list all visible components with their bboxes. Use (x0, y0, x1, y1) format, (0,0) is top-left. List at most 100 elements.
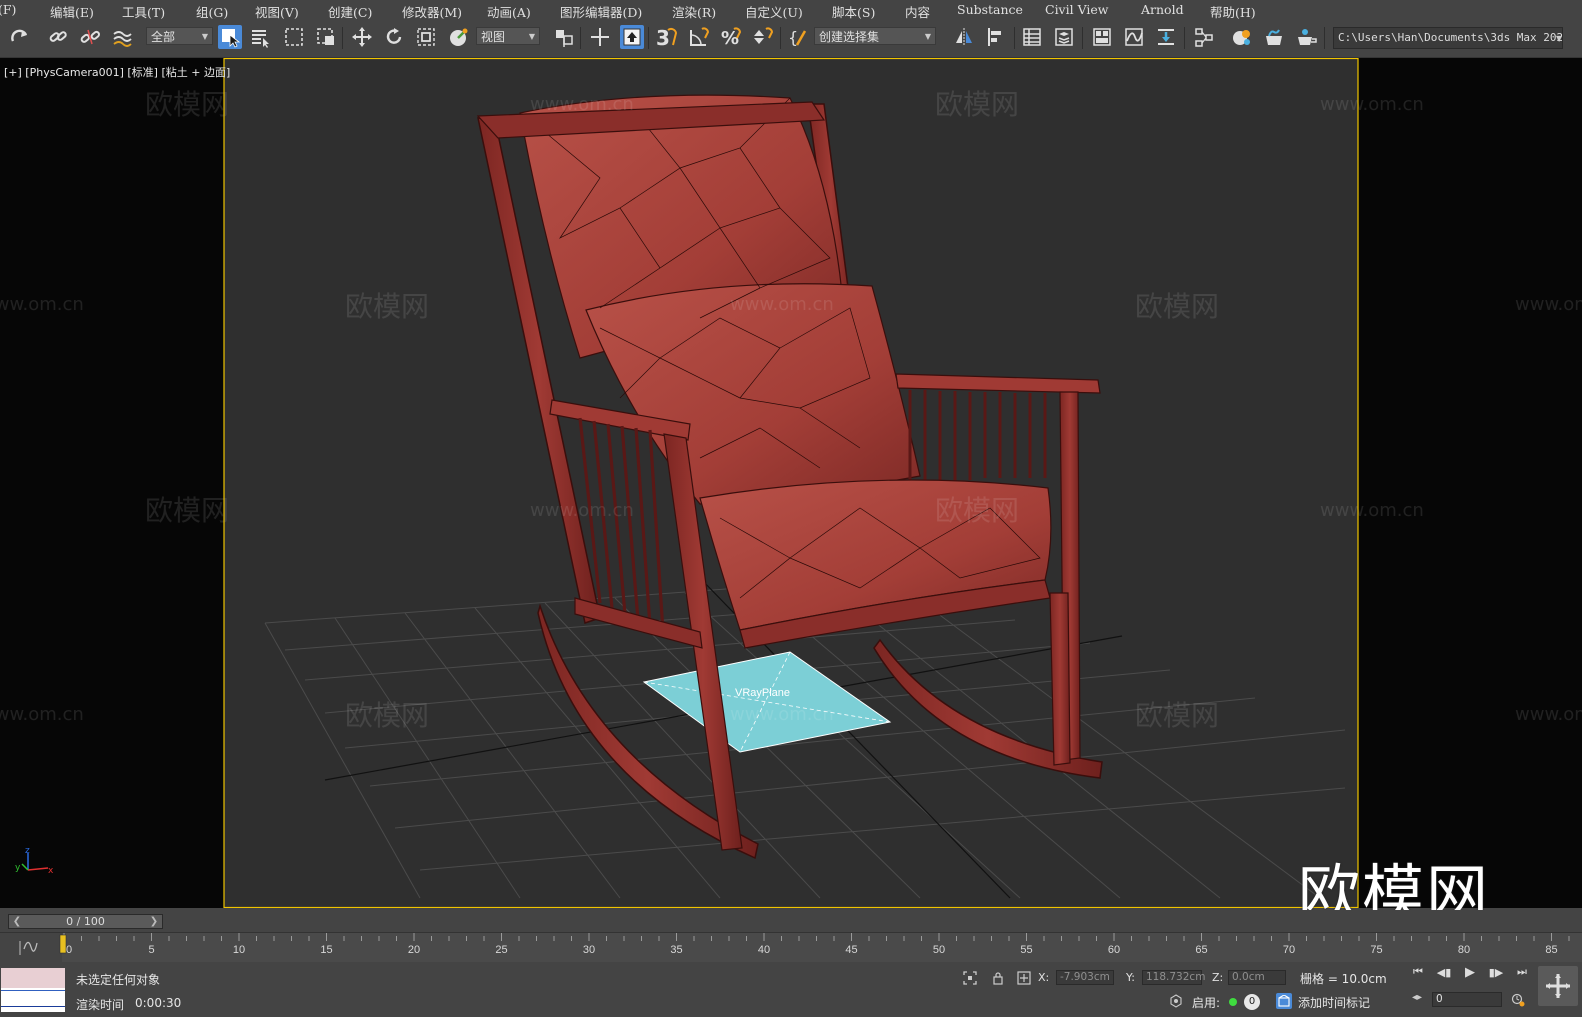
key-mode-toggle-icon[interactable]: ◂▸ (1412, 992, 1422, 1003)
watermark-text: 欧模网 (145, 88, 229, 121)
dope-sheet-icon[interactable] (1154, 25, 1178, 49)
lock-selection-icon[interactable] (990, 970, 1006, 986)
menu-file[interactable]: (F) (0, 2, 16, 17)
adaptive-degradation-icon[interactable] (1168, 993, 1184, 1009)
redo-icon[interactable] (8, 25, 32, 49)
render-setup-icon[interactable] (1262, 25, 1286, 49)
snaps-toggle-icon[interactable]: 3 (654, 25, 678, 49)
angle-snap-icon[interactable] (686, 25, 710, 49)
time-tag-icon[interactable] (1276, 993, 1292, 1009)
trackbar[interactable]: 0 5 10 15 20 25 30 35 40 45 50 55 60 65 70 75 80 85 (0, 932, 1582, 963)
keyboard-shortcut-override-icon[interactable] (620, 25, 644, 49)
unlink-icon[interactable] (78, 25, 102, 49)
status-bar: 未选定任何对象 渲染时间 0:00:30 X: -7.903cm Y: 118.… (0, 962, 1582, 1017)
current-frame-field[interactable]: 0 (1432, 992, 1502, 1007)
watermark-url: www.om.cn (730, 294, 834, 315)
previous-frame-icon[interactable]: ◀▮ (1436, 964, 1452, 980)
time-slider-thumb[interactable]: ❮ 0 / 100 ❯ (8, 914, 163, 929)
next-frame-icon[interactable]: ▮▶ (1488, 964, 1504, 980)
z-coord-field[interactable]: 0.0cm (1228, 970, 1286, 985)
isolate-selection-icon[interactable] (962, 970, 978, 986)
link-icon[interactable] (46, 25, 70, 49)
selection-filter-dropdown[interactable]: 全部 ▼ (146, 27, 213, 45)
spinner-snap-icon[interactable] (750, 25, 774, 49)
chevron-down-icon: ▼ (201, 32, 208, 41)
named-selection-set-dropdown[interactable]: 创建选择集 ▼ (814, 27, 936, 45)
project-path-field[interactable]: C:\Users\Han\Documents\3ds Max 2022 (1333, 27, 1563, 49)
toggle-ribbon-icon[interactable] (1090, 25, 1114, 49)
time-slider[interactable]: ❮ 0 / 100 ❯ (0, 910, 1582, 932)
edit-named-selection-icon[interactable]: { (786, 25, 810, 49)
watermark-url: www.om.cn (1515, 294, 1582, 315)
y-coord-field[interactable]: 118.732cm (1142, 970, 1205, 985)
rectangular-selection-icon[interactable] (282, 25, 306, 49)
viewport-navigation-button[interactable] (1538, 966, 1578, 1006)
chevron-left-icon[interactable]: ❮ (10, 915, 24, 928)
align-icon[interactable] (984, 25, 1008, 49)
trackbar-ticks: 0 5 10 15 20 25 30 35 40 45 50 55 60 65 70 75 80 85 (63, 933, 1570, 956)
placement-icon[interactable] (446, 25, 470, 49)
move-icon[interactable] (350, 25, 374, 49)
right-front-leg[interactable] (1049, 592, 1071, 766)
absolute-mode-transform-icon[interactable] (1016, 970, 1032, 986)
chevron-right-icon[interactable]: ❯ (147, 915, 161, 928)
x-coord-field[interactable]: -7.903cm (1056, 970, 1114, 985)
scene-explorer-icon[interactable] (1020, 25, 1044, 49)
curve-editor-icon[interactable] (1122, 25, 1146, 49)
watermark-text: 欧模网 (345, 699, 429, 732)
chevron-down-icon[interactable]: ▼ (1556, 34, 1562, 43)
pivot-center-icon[interactable] (552, 25, 576, 49)
go-to-end-icon[interactable]: ⏭ (1514, 964, 1530, 980)
menu-bar: (F) 编辑(E) 工具(T) 组(G) 视图(V) 创建(C) 修改器(M) … (0, 0, 1582, 20)
watermark-text: 欧模网 (935, 88, 1019, 121)
trackbar-tick-label: 10 (233, 944, 245, 956)
window-crossing-icon[interactable] (314, 25, 338, 49)
select-object-icon[interactable] (218, 25, 242, 49)
percent-snap-icon[interactable]: % (718, 25, 742, 49)
watermark-url: www.om.cn (1320, 94, 1424, 115)
chevron-down-icon: ▼ (924, 32, 931, 41)
watermark-url: www.om.cn (530, 500, 634, 521)
rotate-icon[interactable] (382, 25, 406, 49)
mirror-icon[interactable] (952, 25, 976, 49)
watermark-text: 欧模网 (1135, 699, 1219, 732)
enable-count-badge[interactable]: 0 (1244, 994, 1260, 1010)
select-by-name-icon[interactable] (248, 25, 272, 49)
trackbar-tick-label: 40 (758, 944, 770, 956)
go-to-start-icon[interactable]: ⏮ (1410, 964, 1426, 980)
layer-explorer-icon[interactable] (1052, 25, 1076, 49)
material-editor-icon[interactable] (1230, 25, 1254, 49)
menu-arnold[interactable]: Arnold (1141, 2, 1184, 17)
main-toolbar: 全部 ▼ 视图 ▼ 3 % {创建选择集 ▼ C:\Users\Han\Doc… (0, 19, 1582, 58)
viewport-canvas[interactable]: 欧模网 欧模网 欧模网 欧模网 欧模网 欧模网 欧模网 欧模网 www.om.c… (0, 58, 1582, 908)
trackbar-tick-label: 30 (583, 944, 595, 956)
grid-size-readout: 栅格 = 10.0cm (1300, 972, 1387, 986)
maximize-viewport-icon (1546, 974, 1570, 998)
schematic-view-icon[interactable] (1192, 25, 1216, 49)
render-production-icon[interactable] (1294, 25, 1318, 49)
time-configuration-icon[interactable] (1510, 992, 1526, 1008)
axis-x-label: x (48, 866, 54, 876)
reference-coordinate-dropdown[interactable]: 视图 ▼ (476, 27, 540, 45)
perspective-viewport[interactable]: 欧模网 欧模网 欧模网 欧模网 欧模网 欧模网 欧模网 欧模网 www.om.c… (0, 58, 1582, 908)
maxscript-mini-listener[interactable] (1, 968, 65, 1012)
toolbar-separator (342, 27, 343, 49)
add-time-tag-button[interactable]: 添加时间标记 (1298, 994, 1370, 1011)
play-icon[interactable]: ▶ (1462, 964, 1478, 980)
trackbar-ruler[interactable]: 0 5 10 15 20 25 30 35 40 45 50 55 60 65 70 75 80 85 (0, 933, 1582, 963)
menu-civil-view[interactable]: Civil View (1045, 2, 1109, 17)
status-indicator-icon (1229, 998, 1237, 1006)
watermark-url: www.om.cn (730, 704, 834, 725)
menu-substance[interactable]: Substance (957, 2, 1023, 17)
watermark-url: www.om.cn (1515, 704, 1582, 725)
scale-icon[interactable] (414, 25, 438, 49)
toolbar-separator (580, 27, 581, 49)
enable-label: 启用: (1192, 996, 1221, 1010)
watermark-url: www.om.cn (1320, 500, 1424, 521)
trackbar-tick-label: 60 (1108, 944, 1120, 956)
viewport-label-menu[interactable]: [+] [PhysCamera001] [标准] [粘土 + 边面] (4, 64, 230, 80)
selection-status: 未选定任何对象 (76, 973, 161, 987)
bind-space-warp-icon[interactable] (110, 25, 134, 49)
trackbar-tick-label: 45 (845, 944, 857, 956)
select-manipulate-icon[interactable] (588, 25, 612, 49)
